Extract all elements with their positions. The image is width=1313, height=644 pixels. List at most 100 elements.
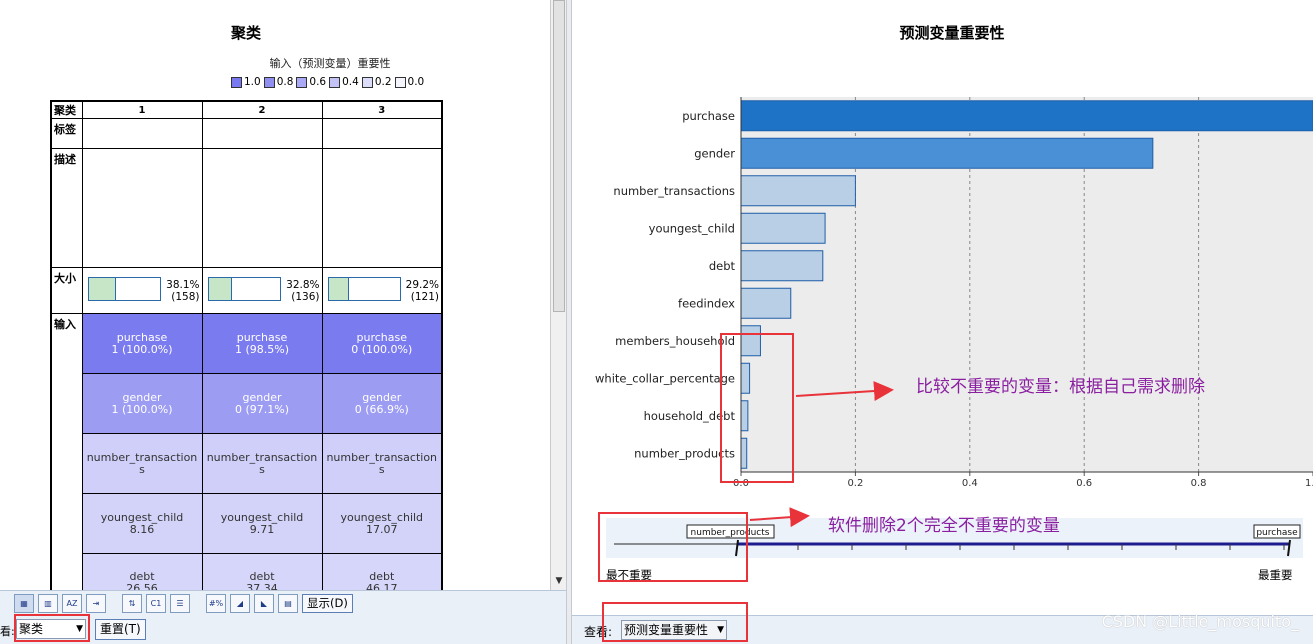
cluster-column-3[interactable]: 3 (321, 100, 443, 119)
description-cell[interactable] (201, 148, 323, 268)
view-select[interactable]: 聚类 ▼ (16, 619, 86, 639)
description-cell[interactable] (81, 148, 203, 268)
importance-legend-title: 输入（预测变量）重要性 (269, 57, 391, 70)
legend-label: 0.2 (374, 76, 392, 88)
legend-label: 1.0 (244, 76, 261, 88)
importance-bar (740, 400, 749, 432)
grid-layout-icon[interactable]: ▦ (14, 593, 34, 613)
importance-bar (740, 100, 1313, 132)
cluster-size-count: (136) (291, 291, 320, 303)
feature-value: 1 (100.0%) (111, 342, 173, 356)
x-tick-label: 0.8 (1191, 478, 1207, 489)
legend-item: 0.2 (361, 76, 392, 88)
legend-label: 0.6 (309, 76, 327, 88)
cluster-size-text: 32.8% (136) (286, 279, 319, 303)
legend-item: 1.0 (231, 76, 261, 88)
scroll-down-icon[interactable]: ▼ (552, 574, 566, 588)
legend-swatch (394, 76, 406, 88)
distribution-icon[interactable]: ◢ (230, 593, 250, 613)
cluster-title: 聚类 (230, 24, 261, 42)
feature-value: 8.16 (129, 522, 155, 536)
feature-value: 9.71 (249, 522, 275, 536)
feature-cell[interactable]: number_transaction s (321, 433, 443, 494)
category-label: feedindex (678, 296, 735, 310)
view-label: 看: (0, 625, 15, 638)
legend-item: 0.4 (329, 76, 359, 88)
reset-button[interactable]: 重置(T) (95, 619, 146, 640)
cluster-column-1[interactable]: 1 (81, 100, 203, 119)
sort-az-icon[interactable]: AZ (62, 593, 82, 613)
grid-split-icon[interactable]: ▥ (38, 593, 58, 613)
feature-cell[interactable]: purchase 1 (98.5%) (201, 313, 323, 374)
feature-value: 0 (66.9%) (354, 402, 409, 416)
cluster-size-bar (207, 277, 281, 301)
label-cell[interactable] (321, 118, 443, 149)
annotation-note2: 软件删除2个完全不重要的变量 (828, 516, 1060, 536)
list-icon[interactable]: ☰ (170, 593, 190, 613)
feature-cell[interactable]: gender 0 (97.1%) (201, 373, 323, 434)
feature-cell[interactable]: purchase 0 (100.0%) (321, 313, 443, 374)
label-cell[interactable] (201, 118, 323, 149)
importance-bar (740, 212, 826, 244)
feature-cell[interactable]: youngest_child 9.71 (201, 493, 323, 554)
left-status-bar: 看: 聚类 ▼ 重置(T) (0, 615, 566, 644)
feature-value: s (259, 462, 265, 476)
category-label: gender (694, 146, 735, 160)
slider-min-label: 最不重要 (606, 568, 652, 582)
slider-right-tag: purchase (1256, 528, 1298, 538)
feature-cell[interactable]: debt 37.34 (201, 553, 323, 590)
slider-left-tag: number_products (691, 528, 770, 538)
vertical-scrollbar[interactable]: ▼ (550, 0, 566, 590)
importance-bar (740, 325, 761, 357)
legend-item: 0.8 (263, 76, 294, 88)
feature-name: youngest_child (220, 510, 304, 524)
feature-value: 46.17 (366, 582, 398, 590)
x-tick-label: 0.2 (847, 478, 863, 489)
feature-cell[interactable]: purchase 1 (100.0%) (81, 313, 203, 374)
feature-cell[interactable]: number_transaction s (81, 433, 203, 494)
feature-value: 0 (100.0%) (351, 342, 413, 356)
label-cell[interactable] (81, 118, 203, 149)
panel-icon[interactable]: ▤ (278, 593, 298, 613)
importance-bar (740, 362, 751, 394)
feature-name: gender (242, 390, 282, 404)
feature-cell[interactable]: gender 0 (66.9%) (321, 373, 443, 434)
cluster-size-fill (208, 278, 232, 300)
legend-label: 0.0 (407, 76, 425, 88)
x-tick-label: 1.0 (1305, 478, 1313, 489)
feature-name: number_transaction (206, 450, 318, 464)
feature-cell[interactable]: debt 26.56 (81, 553, 203, 590)
distribution-alt-icon[interactable]: ◣ (254, 593, 274, 613)
feature-cell[interactable]: debt 46.17 (321, 553, 443, 590)
feature-value: 37.34 (246, 582, 278, 590)
swap-icon[interactable]: ⇅ (122, 593, 142, 613)
export-icon[interactable]: ⇥ (86, 593, 106, 613)
legend-item: 0.0 (394, 76, 425, 88)
legend-swatch (263, 76, 275, 88)
cluster-size-cell[interactable]: 29.2% (121) (321, 267, 443, 314)
feature-name: gender (362, 390, 402, 404)
feature-cell[interactable]: youngest_child 17.07 (321, 493, 443, 554)
viewer-toolbar: ▦ ▥ AZ ⇥ ⇅ C1 ☰ #% ◢ ◣ ▤ 显示(D) (0, 590, 566, 615)
legend-label: 0.8 (276, 76, 294, 88)
percent-icon[interactable]: #% (206, 593, 226, 613)
legend-swatch (296, 76, 308, 88)
feature-cell[interactable]: youngest_child 8.16 (81, 493, 203, 554)
cluster-size-cell[interactable]: 38.1% (158) (81, 267, 203, 314)
x-tick-label: 0.4 (962, 478, 978, 489)
description-cell[interactable] (321, 148, 443, 268)
view-select[interactable]: 预测变量重要性 ▼ (621, 620, 727, 640)
cluster-column-2[interactable]: 2 (201, 100, 323, 119)
scroll-thumb[interactable] (553, 0, 565, 312)
cluster-size-cell[interactable]: 32.8% (136) (201, 267, 323, 314)
category-label: youngest_child (649, 221, 735, 235)
chevron-down-icon: ▼ (76, 624, 83, 634)
feature-cell[interactable]: gender 1 (100.0%) (81, 373, 203, 434)
view-select-value: 预测变量重要性 (624, 623, 709, 637)
category-label: members_household (615, 334, 735, 348)
feature-cell[interactable]: number_transaction s (201, 433, 323, 494)
c1c2-icon[interactable]: C1 (146, 593, 166, 613)
legend-swatch (361, 76, 373, 88)
show-button[interactable]: 显示(D) (302, 593, 353, 613)
feature-name: purchase (236, 330, 288, 344)
